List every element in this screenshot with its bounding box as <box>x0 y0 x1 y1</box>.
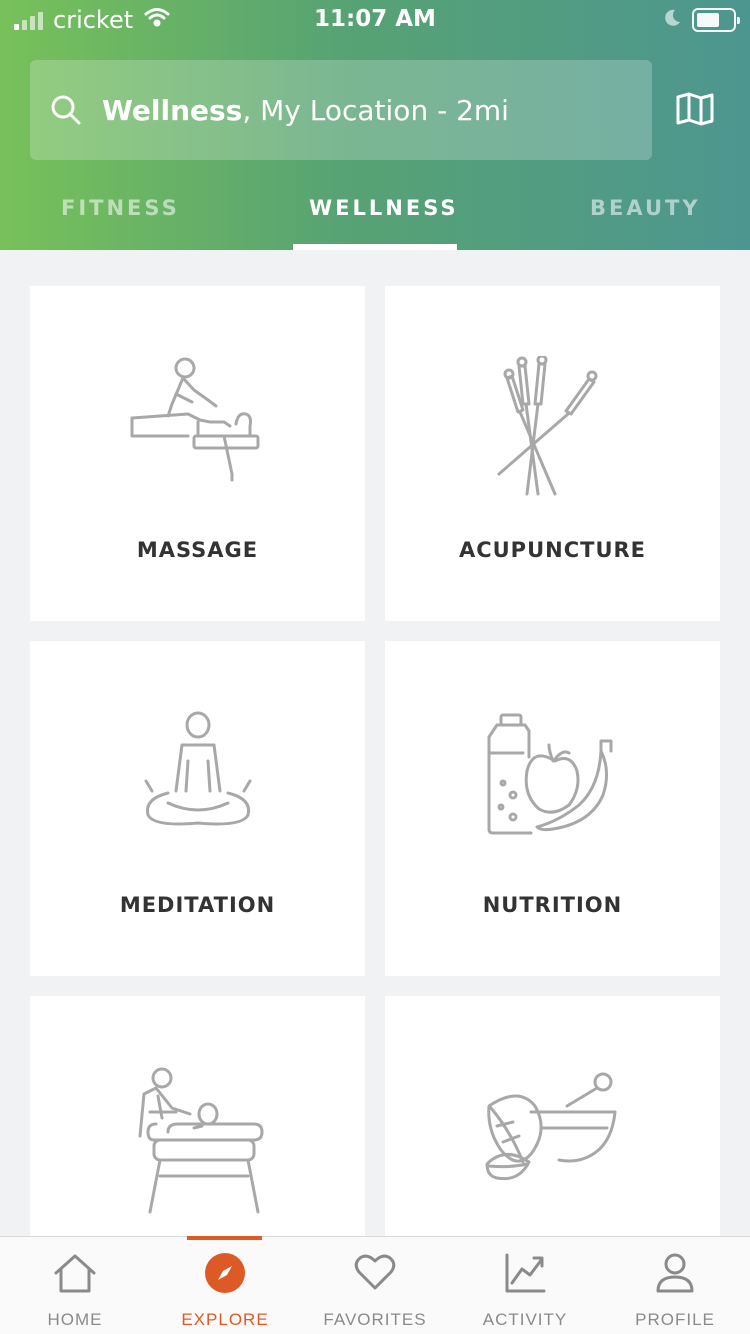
search-category: Wellness <box>102 93 243 127</box>
herbal-mortar-icon <box>385 1066 720 1206</box>
active-tab-indicator <box>293 244 457 250</box>
nav-profile[interactable]: PROFILE <box>600 1237 750 1334</box>
tab-wellness[interactable]: WELLNESS <box>309 196 459 220</box>
category-label-massage: MASSAGE <box>136 538 259 562</box>
nutrition-icon <box>385 711 720 851</box>
search-location: , My Location - 2mi <box>242 93 509 127</box>
person-icon <box>600 1253 750 1293</box>
nav-home-label: HOME <box>47 1310 103 1329</box>
category-label-acupuncture: ACUPUNCTURE <box>458 538 647 562</box>
status-icons <box>662 6 740 34</box>
meditation-icon <box>30 711 365 851</box>
search-bar[interactable]: Wellness, My Location - 2mi <box>30 60 652 160</box>
tab-beauty[interactable]: BEAUTY <box>590 196 701 220</box>
category-label-nutrition: NUTRITION <box>482 893 623 917</box>
nav-favorites-label: FAVORITES <box>323 1310 427 1329</box>
header: cricket 11:07 AM Wellness, My Location -… <box>0 0 750 250</box>
search-query: Wellness, My Location - 2mi <box>102 94 509 127</box>
massage-icon <box>30 356 365 496</box>
moon-icon <box>662 6 682 34</box>
home-icon <box>0 1253 150 1293</box>
nav-home[interactable]: HOME <box>0 1237 150 1334</box>
category-tabs: FITNESS WELLNESS BEAUTY <box>0 180 750 250</box>
nav-explore-label: EXPLORE <box>181 1310 269 1329</box>
compass-icon <box>150 1253 300 1293</box>
heart-icon <box>300 1253 450 1291</box>
nav-profile-label: PROFILE <box>635 1310 715 1329</box>
nav-explore[interactable]: EXPLORE <box>150 1237 300 1334</box>
category-label-meditation: MEDITATION <box>119 893 276 917</box>
status-bar: cricket 11:07 AM <box>0 0 750 42</box>
bottom-nav: HOME EXPLORE FAVORITES ACTIVITY PROFILE <box>0 1236 750 1334</box>
search-icon <box>50 94 82 126</box>
nav-favorites[interactable]: FAVORITES <box>300 1237 450 1334</box>
map-icon[interactable] <box>676 92 714 130</box>
battery-icon <box>692 8 740 32</box>
category-card-meditation[interactable]: MEDITATION <box>30 641 365 976</box>
chart-icon <box>450 1253 600 1293</box>
category-card-acupuncture[interactable]: ACUPUNCTURE <box>385 286 720 621</box>
clock: 11:07 AM <box>314 6 436 32</box>
acupuncture-icon <box>385 356 720 496</box>
nav-activity[interactable]: ACTIVITY <box>450 1237 600 1334</box>
category-card-massage[interactable]: MASSAGE <box>30 286 365 621</box>
physical-therapy-icon <box>30 1066 365 1214</box>
tab-fitness[interactable]: FITNESS <box>61 196 180 220</box>
nav-activity-label: ACTIVITY <box>482 1310 568 1329</box>
category-card-nutrition[interactable]: NUTRITION <box>385 641 720 976</box>
